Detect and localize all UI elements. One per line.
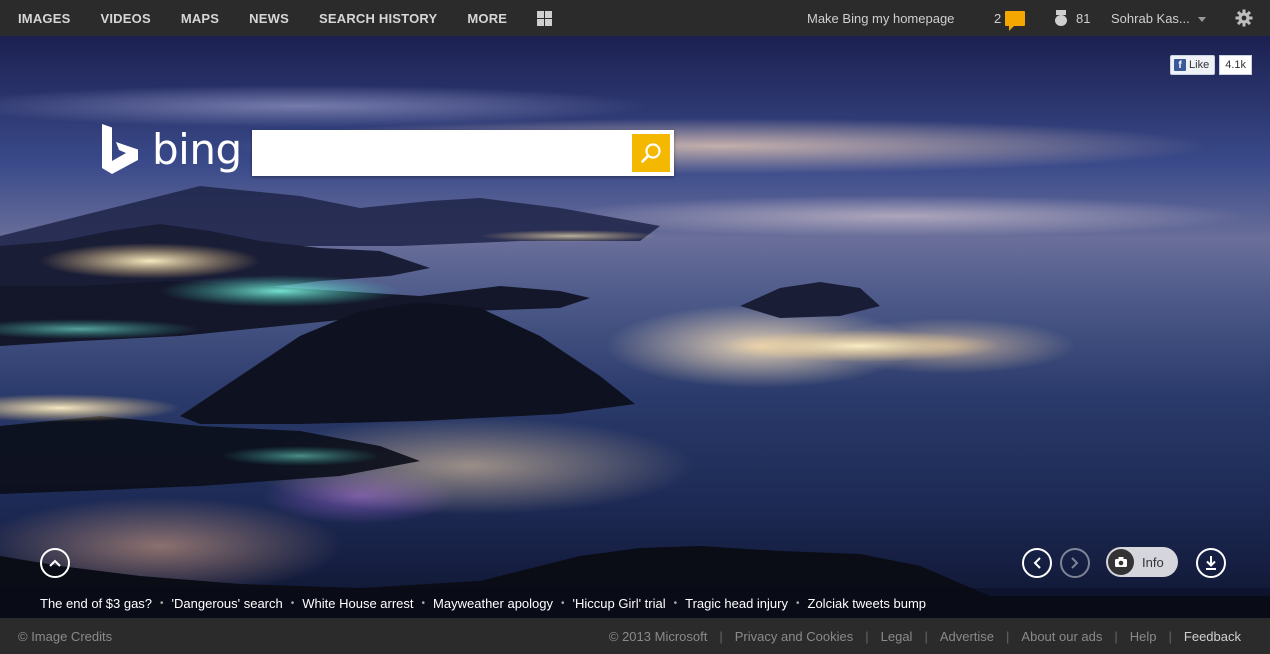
bing-logo[interactable]: bing xyxy=(100,124,242,174)
news-item[interactable]: 'Dangerous' search xyxy=(172,596,283,611)
search-button[interactable] xyxy=(632,134,670,172)
search-box xyxy=(252,130,674,176)
bing-logo-icon xyxy=(102,124,138,174)
news-item[interactable]: The end of $3 gas? xyxy=(40,596,152,611)
news-item[interactable]: Zolciak tweets bump xyxy=(808,596,927,611)
copyright-text: © 2013 Microsoft xyxy=(608,628,708,644)
divider: | xyxy=(1006,628,1010,644)
footer-link-advertise[interactable]: Advertise xyxy=(940,629,994,644)
nav-images[interactable]: IMAGES xyxy=(18,11,70,26)
image-credits-link[interactable]: © Image Credits xyxy=(18,618,112,654)
divider: | xyxy=(1168,628,1172,644)
download-image-button[interactable] xyxy=(1196,548,1226,578)
user-name: Sohrab Kas... xyxy=(1111,10,1190,26)
nav-more[interactable]: MORE xyxy=(467,11,507,26)
previous-image-button[interactable] xyxy=(1022,548,1052,578)
separator-dot: • xyxy=(290,597,295,609)
feedback-link[interactable]: Feedback xyxy=(1184,629,1241,644)
chat-bubble-icon xyxy=(1005,10,1026,31)
facebook-like-button[interactable]: f Like xyxy=(1170,55,1216,75)
background-image: f Like 4.1k bing Info The end of $3 gas?… xyxy=(0,36,1270,618)
facebook-like-label: Like xyxy=(1189,59,1210,71)
nav-news[interactable]: NEWS xyxy=(249,11,289,26)
rewards-button[interactable]: 81 xyxy=(1054,0,1090,36)
medal-icon xyxy=(1054,10,1068,26)
nav-videos[interactable]: VIDEOS xyxy=(100,11,150,26)
rewards-points: 81 xyxy=(1076,10,1091,26)
top-bar: IMAGES VIDEOS MAPS NEWS SEARCH HISTORY M… xyxy=(0,0,1270,36)
facebook-icon: f xyxy=(1174,59,1187,71)
separator-dot: • xyxy=(561,597,565,609)
user-menu[interactable]: Sohrab Kas... xyxy=(1111,0,1206,36)
footer-link-privacy[interactable]: Privacy and Cookies xyxy=(735,629,854,644)
search-icon xyxy=(641,143,661,163)
footer-link-about-ads[interactable]: About our ads xyxy=(1021,629,1102,644)
info-label: Info xyxy=(1142,554,1164,570)
make-homepage-link[interactable]: Make Bing my homepage xyxy=(807,0,954,36)
chevron-down-icon xyxy=(1197,16,1206,22)
nav-maps[interactable]: MAPS xyxy=(181,11,219,26)
news-item[interactable]: Mayweather apology xyxy=(433,596,553,611)
footer-link-help[interactable]: Help xyxy=(1130,629,1157,644)
image-info-button[interactable]: Info xyxy=(1106,547,1178,577)
messages-count: 2 xyxy=(994,10,1002,26)
separator-dot: • xyxy=(421,597,426,609)
gear-icon xyxy=(1235,9,1253,27)
footer-links: © 2013 Microsoft | Privacy and Cookies |… xyxy=(609,618,1241,654)
download-icon xyxy=(1206,556,1216,570)
news-item[interactable]: White House arrest xyxy=(302,596,413,611)
chevron-up-icon xyxy=(49,559,61,567)
news-item[interactable]: 'Hiccup Girl' trial xyxy=(573,596,666,611)
divider: | xyxy=(1114,628,1118,644)
news-ticker: The end of $3 gas? • 'Dangerous' search • … xyxy=(0,588,1270,618)
bing-wordmark: bing xyxy=(152,124,242,174)
news-items: The end of $3 gas? • 'Dangerous' search • … xyxy=(40,596,926,611)
divider: | xyxy=(719,628,723,644)
camera-icon xyxy=(1108,549,1134,575)
chevron-right-icon xyxy=(1071,557,1079,569)
divider: | xyxy=(924,628,928,644)
footer: © Image Credits © 2013 Microsoft | Priva… xyxy=(0,618,1270,654)
nav-search-history[interactable]: SEARCH HISTORY xyxy=(319,11,437,26)
apps-grid-icon[interactable] xyxy=(537,10,553,26)
news-item[interactable]: Tragic head injury xyxy=(685,596,788,611)
settings-button[interactable] xyxy=(1235,0,1253,36)
main-nav: IMAGES VIDEOS MAPS NEWS SEARCH HISTORY M… xyxy=(18,0,553,36)
footer-link-legal[interactable]: Legal xyxy=(881,629,913,644)
messages-button[interactable]: 2 xyxy=(994,0,1026,36)
facebook-like-widget[interactable]: f Like 4.1k xyxy=(1170,55,1252,75)
separator-dot: • xyxy=(796,597,800,609)
separator-dot: • xyxy=(160,597,164,609)
facebook-like-count: 4.1k xyxy=(1219,55,1252,75)
separator-dot: • xyxy=(673,597,678,609)
chevron-left-icon xyxy=(1033,557,1041,569)
search-input[interactable] xyxy=(256,134,630,174)
divider: | xyxy=(865,628,869,644)
next-image-button[interactable] xyxy=(1060,548,1090,578)
collapse-news-button[interactable] xyxy=(40,548,70,578)
